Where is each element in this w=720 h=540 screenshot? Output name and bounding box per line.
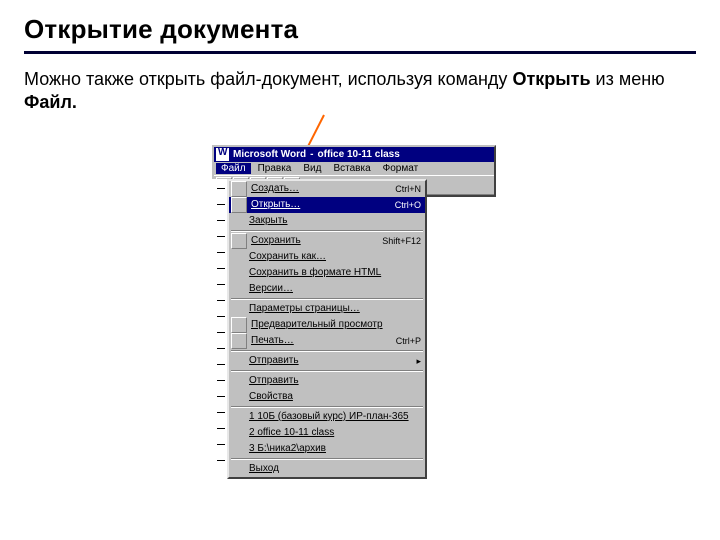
- menu-item-icon: [231, 250, 245, 264]
- menu-file[interactable]: Файл: [216, 163, 251, 174]
- body-paragraph: Можно также открыть файл-документ, испол…: [24, 68, 696, 115]
- menu-item-label: Отправить: [249, 373, 417, 389]
- heading-rule: [24, 51, 696, 54]
- menu-separator: [231, 350, 423, 352]
- menu-item-label: Закрыть: [249, 213, 417, 229]
- menu-item-icon: [231, 214, 245, 228]
- menu-item[interactable]: Создать…Ctrl+N: [229, 181, 425, 197]
- app-name: Microsoft Word: [233, 149, 306, 160]
- menu-item-shortcut: ▸: [416, 353, 421, 369]
- menu-item[interactable]: Сохранить в формате HTML: [229, 265, 425, 281]
- menu-item-icon: [231, 233, 247, 249]
- vertical-ruler: [212, 179, 228, 465]
- menu-insert[interactable]: Вставка: [328, 163, 375, 174]
- menu-item-label: Параметры страницы…: [249, 301, 417, 317]
- menu-item-label: Выход: [249, 461, 417, 477]
- menu-item-label: Сохранить как…: [249, 249, 417, 265]
- menu-item-label: Сохранить в формате HTML: [249, 265, 417, 281]
- slide-heading: Открытие документа: [24, 14, 696, 45]
- menu-item-icon: [231, 374, 245, 388]
- menu-item[interactable]: Отправить: [229, 373, 425, 389]
- doc-title: office 10-11 class: [318, 149, 400, 160]
- menu-item-icon: [231, 390, 245, 404]
- menu-item-shortcut: Ctrl+N: [395, 181, 421, 197]
- menu-item[interactable]: 3 Б:\ника2\архив: [229, 441, 425, 457]
- menu-item[interactable]: 1 10Б (базовый курс) ИР-план-365: [229, 409, 425, 425]
- menu-separator: [231, 370, 423, 372]
- menu-item-label: 3 Б:\ника2\архив: [249, 441, 417, 457]
- menu-item-label: Печать…: [251, 333, 392, 349]
- menu-item[interactable]: Отправить▸: [229, 353, 425, 369]
- menu-item-label: Сохранить: [251, 233, 378, 249]
- menu-item-label: Версии…: [249, 281, 417, 297]
- menu-item-label: Свойства: [249, 389, 417, 405]
- menu-item[interactable]: Открыть…Ctrl+O: [229, 197, 425, 213]
- menu-item-label: Создать…: [251, 181, 391, 197]
- menu-item-icon: [231, 302, 245, 316]
- menu-item[interactable]: Печать…Ctrl+P: [229, 333, 425, 349]
- menu-separator: [231, 298, 423, 300]
- menu-item-icon: [231, 333, 247, 349]
- word-icon: [216, 148, 229, 161]
- menu-item[interactable]: 2 office 10-11 class: [229, 425, 425, 441]
- menu-item-shortcut: Ctrl+O: [395, 197, 421, 213]
- file-menu-dropdown: Создать…Ctrl+NОткрыть…Ctrl+OЗакрыть Сохра…: [227, 179, 427, 479]
- menu-item[interactable]: Выход: [229, 461, 425, 477]
- menu-format[interactable]: Формат: [378, 163, 424, 174]
- menu-item[interactable]: Версии…: [229, 281, 425, 297]
- menu-item-icon: [231, 426, 245, 440]
- menu-item-shortcut: Ctrl+P: [396, 333, 421, 349]
- menu-item-icon: [231, 317, 247, 333]
- menu-item-label: Отправить: [249, 353, 412, 369]
- menu-separator: [231, 458, 423, 460]
- menu-separator: [231, 230, 423, 232]
- menu-item-label: 1 10Б (базовый курс) ИР-план-365: [249, 409, 417, 425]
- menu-item-icon: [231, 442, 245, 456]
- menu-bar: Файл Правка Вид Вставка Формат: [214, 162, 494, 175]
- title-bar: Microsoft Word - office 10-11 class: [214, 147, 494, 162]
- screenshot-stage: Microsoft Word - office 10-11 class Файл…: [24, 125, 696, 505]
- menu-item-shortcut: Shift+F12: [382, 233, 421, 249]
- menu-item[interactable]: Предварительный просмотр: [229, 317, 425, 333]
- menu-item-label: Предварительный просмотр: [251, 317, 417, 333]
- menu-item-icon: [231, 197, 247, 213]
- menu-item-icon: [231, 181, 247, 197]
- menu-item-icon: [231, 354, 245, 368]
- menu-item[interactable]: Параметры страницы…: [229, 301, 425, 317]
- menu-item-icon: [231, 410, 245, 424]
- menu-separator: [231, 406, 423, 408]
- menu-item[interactable]: СохранитьShift+F12: [229, 233, 425, 249]
- menu-edit[interactable]: Правка: [253, 163, 297, 174]
- menu-item-label: Открыть…: [251, 197, 391, 213]
- menu-view[interactable]: Вид: [298, 163, 326, 174]
- doc-name: -: [310, 149, 313, 160]
- menu-item-icon: [231, 282, 245, 296]
- menu-item[interactable]: Свойства: [229, 389, 425, 405]
- menu-item-icon: [231, 462, 245, 476]
- menu-item[interactable]: Закрыть: [229, 213, 425, 229]
- menu-item-label: 2 office 10-11 class: [249, 425, 417, 441]
- menu-item[interactable]: Сохранить как…: [229, 249, 425, 265]
- menu-item-icon: [231, 266, 245, 280]
